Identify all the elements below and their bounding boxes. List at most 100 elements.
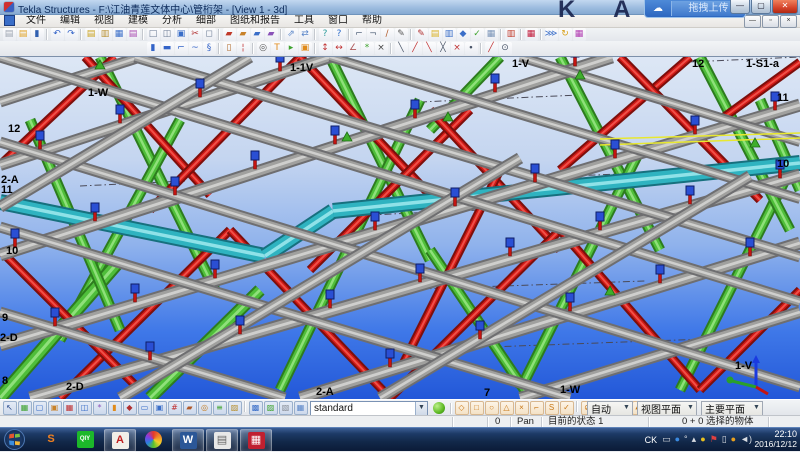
select-objects-icon[interactable]: ▦ bbox=[63, 401, 77, 415]
connection-plate[interactable] bbox=[326, 290, 334, 299]
connection-plate[interactable] bbox=[451, 188, 459, 197]
snap-nearest-icon[interactable]: ∙ bbox=[465, 42, 478, 55]
child-close-button[interactable]: × bbox=[780, 15, 797, 28]
selection-filter-combo[interactable]: standard ▼ bbox=[310, 401, 428, 416]
select-parts-icon[interactable]: ◫ bbox=[78, 401, 92, 415]
chevron-down-icon[interactable]: ▼ bbox=[621, 402, 632, 415]
menu-item-9[interactable]: 窗口 bbox=[321, 14, 355, 27]
component-cube-icon[interactable]: ◆ bbox=[457, 28, 470, 41]
properties-blue-icon[interactable]: ▰ bbox=[251, 28, 264, 41]
connection-plate[interactable] bbox=[171, 177, 179, 186]
battery-icon[interactable]: ▯ bbox=[722, 428, 727, 451]
select-filter-c-icon[interactable]: ▧ bbox=[279, 401, 293, 415]
qq-pinyin-icon[interactable]: ● bbox=[675, 428, 680, 451]
taskbar-word-icon[interactable]: W bbox=[172, 429, 204, 452]
select-joints-icon[interactable]: ◎ bbox=[198, 401, 212, 415]
input-method-indicator[interactable]: CK bbox=[645, 435, 658, 445]
select-component-icon[interactable]: ▢ bbox=[33, 401, 47, 415]
redo-icon[interactable]: ↷ bbox=[65, 28, 78, 41]
close-button[interactable]: ✕ bbox=[772, 0, 798, 14]
connection-plate[interactable] bbox=[531, 164, 539, 173]
select-assembly-icon[interactable]: ▣ bbox=[48, 401, 62, 415]
connection-plate[interactable] bbox=[251, 151, 259, 160]
connection-plate[interactable] bbox=[506, 238, 514, 247]
properties-orange-icon[interactable]: ▰ bbox=[237, 28, 250, 41]
properties-red-icon[interactable]: ▰ bbox=[223, 28, 236, 41]
connection-plate[interactable] bbox=[656, 265, 664, 274]
snap-cross-icon[interactable]: × bbox=[515, 401, 529, 415]
connection-plate[interactable] bbox=[91, 203, 99, 212]
select-surfaces-icon[interactable]: ▨ bbox=[228, 401, 242, 415]
menu-item-10[interactable]: 帮助 bbox=[355, 14, 389, 27]
connection-plate[interactable] bbox=[371, 212, 379, 221]
connection-plate[interactable] bbox=[746, 238, 754, 247]
check-model-icon[interactable]: ✓ bbox=[471, 28, 484, 41]
rotation-combo[interactable]: 自动▼ bbox=[587, 401, 633, 416]
open-folder-icon[interactable]: ▤ bbox=[17, 28, 30, 41]
maximize-button[interactable]: ▢ bbox=[751, 0, 771, 14]
work-plane-combo[interactable]: 主要平面▼ bbox=[701, 401, 763, 416]
paste-icon[interactable]: ▥ bbox=[99, 28, 112, 41]
snap-endpoint-icon[interactable]: ╱ bbox=[409, 42, 422, 55]
snap-corner-icon[interactable]: ⌐ bbox=[530, 401, 544, 415]
start-button[interactable] bbox=[4, 429, 25, 450]
select-grids-icon[interactable]: # bbox=[168, 401, 182, 415]
snap-circle-icon[interactable]: ○ bbox=[485, 401, 499, 415]
taskbar-autocad-icon[interactable]: A bbox=[104, 429, 136, 452]
degree-icon[interactable]: ° bbox=[684, 428, 688, 451]
snap-reference-icon[interactable]: ╱ bbox=[485, 42, 498, 55]
chevron-down-icon[interactable]: ▼ bbox=[751, 402, 762, 415]
annotate-icon[interactable]: ✎ bbox=[395, 28, 408, 41]
taskbar-iqiyi-icon[interactable]: QIY bbox=[70, 429, 100, 450]
pen-icon[interactable]: ✎ bbox=[415, 28, 428, 41]
save-icon[interactable]: ▮ bbox=[31, 28, 44, 41]
create-item-icon[interactable]: ▯ bbox=[223, 42, 236, 55]
select-filter-d-icon[interactable]: ▦ bbox=[294, 401, 308, 415]
connection-plate[interactable] bbox=[416, 264, 424, 273]
create-polybeam-icon[interactable]: ⌐ bbox=[175, 42, 188, 55]
taskbar-tekla-icon[interactable]: ▦ bbox=[240, 429, 272, 452]
snap-midpoint-icon[interactable]: ╲ bbox=[423, 42, 436, 55]
select-cuts-icon[interactable]: ▭ bbox=[138, 401, 152, 415]
select-bolts-icon[interactable]: ▮ bbox=[108, 401, 122, 415]
connection-plate[interactable] bbox=[691, 116, 699, 125]
context-help-icon[interactable]: ? bbox=[319, 28, 332, 41]
measure-angle-icon[interactable]: ∠ bbox=[347, 42, 360, 55]
ruler-icon[interactable]: ∕ bbox=[381, 28, 394, 41]
component-catalog-icon[interactable]: ▦ bbox=[573, 28, 586, 41]
close-tools-icon[interactable]: × bbox=[375, 42, 388, 55]
snap-perpendicular-icon[interactable]: ╳ bbox=[437, 42, 450, 55]
view-plane-combo[interactable]: 视图平面▼ bbox=[637, 401, 697, 416]
snap-center-icon[interactable]: ⊙ bbox=[499, 42, 512, 55]
menu-item-8[interactable]: 工具 bbox=[287, 14, 321, 27]
create-spiral-beam-icon[interactable]: § bbox=[203, 42, 216, 55]
select-grid-lines-icon[interactable]: ▰ bbox=[183, 401, 197, 415]
connection-plate[interactable] bbox=[131, 284, 139, 293]
two-views-icon[interactable]: ◫ bbox=[161, 28, 174, 41]
select-filter-a-icon[interactable]: ▩ bbox=[249, 401, 263, 415]
help-icon[interactable]: ? bbox=[333, 28, 346, 41]
table-layout-icon[interactable]: ▦ bbox=[485, 28, 498, 41]
perspective-view-icon[interactable]: ¬ bbox=[367, 28, 380, 41]
create-bolt-icon[interactable]: ¦ bbox=[237, 42, 250, 55]
connection-plate[interactable] bbox=[51, 308, 59, 317]
select-views-icon[interactable]: ▣ bbox=[153, 401, 167, 415]
create-box-icon[interactable]: ▣ bbox=[299, 42, 312, 55]
chevron-down-icon[interactable]: ▼ bbox=[685, 402, 696, 415]
connection-plate[interactable] bbox=[571, 56, 579, 57]
update-dot-icon[interactable]: ● bbox=[731, 428, 736, 451]
report-icon[interactable]: ▥ bbox=[505, 28, 518, 41]
connection-plate[interactable] bbox=[211, 260, 219, 269]
coin-icon[interactable]: ● bbox=[700, 428, 705, 451]
model-viewport-3d[interactable]: 1-W1-1V1-V121-S1-a122-A1110111092-D82-D2… bbox=[0, 56, 800, 400]
create-column-icon[interactable]: ▮ bbox=[147, 42, 160, 55]
connection-plate[interactable] bbox=[476, 321, 484, 330]
connection-plate[interactable] bbox=[386, 349, 394, 358]
new-file-icon[interactable]: ▤ bbox=[3, 28, 16, 41]
child-minimize-button[interactable]: — bbox=[744, 15, 761, 28]
measure-horizontal-icon[interactable]: ↔ bbox=[333, 42, 346, 55]
connection-plate[interactable] bbox=[566, 293, 574, 302]
snap-s-icon[interactable]: S bbox=[545, 401, 559, 415]
connection-plate[interactable] bbox=[276, 56, 284, 62]
fly-tool-icon[interactable]: ⇗ bbox=[285, 28, 298, 41]
